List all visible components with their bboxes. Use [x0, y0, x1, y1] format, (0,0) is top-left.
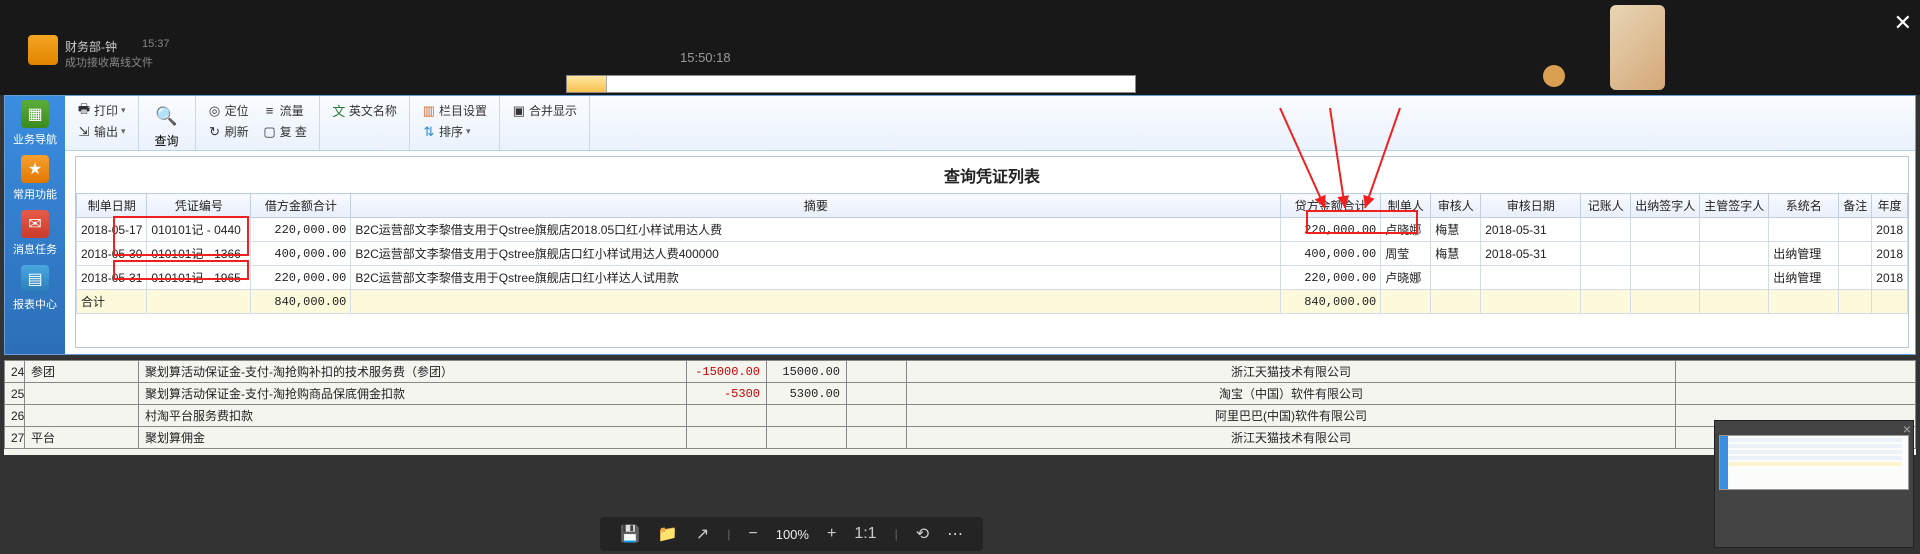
- close-icon[interactable]: ✕: [1894, 10, 1912, 36]
- sidebar: ▦ 业务导航 ★ 常用功能 ✉ 消息任务 ▤ 报表中心: [5, 96, 65, 354]
- printer-icon: 🖶: [77, 104, 91, 118]
- btn-label: 栏目设置: [439, 102, 487, 119]
- folder-icon[interactable]: 📁: [658, 524, 678, 544]
- th-auditor[interactable]: 审核人: [1431, 194, 1481, 218]
- bg-row: 25聚划算活动保证金-支付-淘抢购商品保底佣金扣款-53005300.00淘宝（…: [5, 383, 1916, 405]
- sort-icon: ⇅: [422, 125, 436, 139]
- btn-label: 流量: [280, 102, 304, 119]
- th-voucher[interactable]: 凭证编号: [147, 194, 251, 218]
- background-spreadsheet: 24参团聚划算活动保证金-支付-淘抢购补扣的技术服务费（参团）-15000.00…: [4, 360, 1916, 455]
- th-bookkeeper[interactable]: 记账人: [1581, 194, 1631, 218]
- refresh-button[interactable]: ↻刷新: [204, 121, 253, 142]
- flow-icon: ≡: [263, 104, 277, 118]
- more-icon[interactable]: ⋯: [947, 524, 963, 544]
- table-row[interactable]: 2018-05-30010101记 - 1366400,000.00B2C运营部…: [77, 242, 1908, 266]
- zoom-in-icon[interactable]: +: [827, 525, 836, 543]
- export-icon: ⇲: [77, 125, 91, 139]
- th-summary[interactable]: 摘要: [351, 194, 1281, 218]
- save-icon[interactable]: 💾: [620, 524, 640, 544]
- btn-label: 输出: [94, 123, 118, 140]
- table-row[interactable]: 2018-05-31010101记 - 1965220,000.00B2C运营部…: [77, 266, 1908, 290]
- th-maker[interactable]: 制单人: [1381, 194, 1431, 218]
- refresh-icon: ↻: [208, 125, 222, 139]
- voucher-query-panel: ▦ 业务导航 ★ 常用功能 ✉ 消息任务 ▤ 报表中心 🖶打印 ⇲输出 🔍: [4, 95, 1916, 355]
- sidebar-item-reports[interactable]: ▤ 报表中心: [5, 261, 65, 316]
- overlay-clock: 15:50:18: [680, 50, 731, 65]
- locate-button[interactable]: ◎定位: [204, 100, 253, 121]
- table-row[interactable]: 2018-05-17010101记 - 0440220,000.00B2C运营部…: [77, 218, 1908, 242]
- check-icon: ▢: [263, 125, 277, 139]
- chat-avatar: [28, 35, 58, 65]
- sidebar-label: 业务导航: [13, 131, 57, 147]
- nav-icon: ▦: [21, 100, 49, 128]
- rotate-icon[interactable]: ⟲: [916, 524, 929, 544]
- voucher-table-container: 查询凭证列表 制单日期 凭证编号 借方金额合计 摘要 贷方金额合计 制单人 审核…: [75, 156, 1909, 348]
- btn-label: 查询: [155, 132, 179, 149]
- flow-button[interactable]: ≡流量: [259, 100, 308, 121]
- english-name-button[interactable]: 文英文名称: [328, 100, 401, 121]
- th-audit-date[interactable]: 审核日期: [1481, 194, 1581, 218]
- toolbar: 🖶打印 ⇲输出 🔍 查询 ◎定位 ≡流量 ↻刷新 ▢复 查 文英文名称: [65, 96, 1915, 151]
- sidebar-item-business-nav[interactable]: ▦ 业务导航: [5, 96, 65, 151]
- merge-icon: ▣: [512, 104, 526, 118]
- table-title: 查询凭证列表: [76, 157, 1908, 193]
- th-sysname[interactable]: 系统名: [1769, 194, 1839, 218]
- th-cashier[interactable]: 出纳签字人: [1631, 194, 1700, 218]
- report-icon: ▤: [21, 265, 49, 293]
- mail-icon: ✉: [21, 210, 49, 238]
- sidebar-label: 消息任务: [13, 241, 57, 257]
- image-viewer-toolbar: 💾 📁 ↗ | − 100% + 1:1 | ⟲ ⋯: [600, 517, 983, 551]
- btn-label: 定位: [225, 102, 249, 119]
- th-remark[interactable]: 备注: [1839, 194, 1872, 218]
- sidebar-item-messages[interactable]: ✉ 消息任务: [5, 206, 65, 261]
- btn-label: 排序: [439, 123, 463, 140]
- btn-label: 刷新: [225, 123, 249, 140]
- en-icon: 文: [332, 104, 346, 118]
- merge-display-button[interactable]: ▣合并显示: [508, 100, 581, 121]
- share-icon[interactable]: ↗: [696, 524, 709, 544]
- overlay-search-bar[interactable]: [566, 75, 1136, 93]
- query-button[interactable]: 🔍 查询: [147, 100, 187, 153]
- th-supervisor[interactable]: 主管签字人: [1700, 194, 1769, 218]
- target-icon: ◎: [208, 104, 222, 118]
- btn-label: 合并显示: [529, 102, 577, 119]
- table-total-row: 合计840,000.00840,000.00: [77, 290, 1908, 314]
- thumb-image: [1719, 435, 1909, 490]
- sort-button[interactable]: ⇅排序: [418, 121, 475, 142]
- th-credit[interactable]: 贷方金额合计: [1281, 194, 1381, 218]
- table-header-row: 制单日期 凭证编号 借方金额合计 摘要 贷方金额合计 制单人 审核人 审核日期 …: [77, 194, 1908, 218]
- voucher-table[interactable]: 制单日期 凭证编号 借方金额合计 摘要 贷方金额合计 制单人 审核人 审核日期 …: [76, 193, 1908, 314]
- sidebar-label: 报表中心: [13, 296, 57, 312]
- thumbnail-preview[interactable]: ×: [1714, 420, 1914, 548]
- chat-user: 财务部-钟: [65, 38, 117, 55]
- recheck-button[interactable]: ▢复 查: [259, 121, 311, 142]
- th-date[interactable]: 制单日期: [77, 194, 147, 218]
- chat-subtext: 成功接收离线文件: [65, 54, 153, 70]
- bg-row: 24参团聚划算活动保证金-支付-淘抢购补扣的技术服务费（参团）-15000.00…: [5, 361, 1916, 383]
- column-settings-button[interactable]: ▥栏目设置: [418, 100, 491, 121]
- person-photo: [1610, 5, 1665, 90]
- sidebar-label: 常用功能: [13, 186, 57, 202]
- small-avatar: [1543, 65, 1565, 87]
- search-tab: [567, 76, 607, 92]
- chat-time: 15:37: [142, 38, 170, 50]
- actual-size-icon[interactable]: 1:1: [854, 525, 876, 543]
- btn-label: 复 查: [280, 123, 307, 140]
- th-year[interactable]: 年度: [1872, 194, 1908, 218]
- search-icon: 🔍: [155, 104, 179, 128]
- output-button[interactable]: ⇲输出: [73, 121, 130, 142]
- bg-row: 26村淘平台服务费扣款阿里巴巴(中国)软件有限公司: [5, 405, 1916, 427]
- zoom-level: 100%: [776, 527, 809, 542]
- th-debit[interactable]: 借方金额合计: [251, 194, 351, 218]
- btn-label: 英文名称: [349, 102, 397, 119]
- star-icon: ★: [21, 155, 49, 183]
- columns-icon: ▥: [422, 104, 436, 118]
- sidebar-item-favorites[interactable]: ★ 常用功能: [5, 151, 65, 206]
- btn-label: 打印: [94, 102, 118, 119]
- print-button[interactable]: 🖶打印: [73, 100, 130, 121]
- zoom-out-icon[interactable]: −: [748, 525, 757, 543]
- bg-row: 27平台聚划算佣金浙江天猫技术有限公司: [5, 427, 1916, 449]
